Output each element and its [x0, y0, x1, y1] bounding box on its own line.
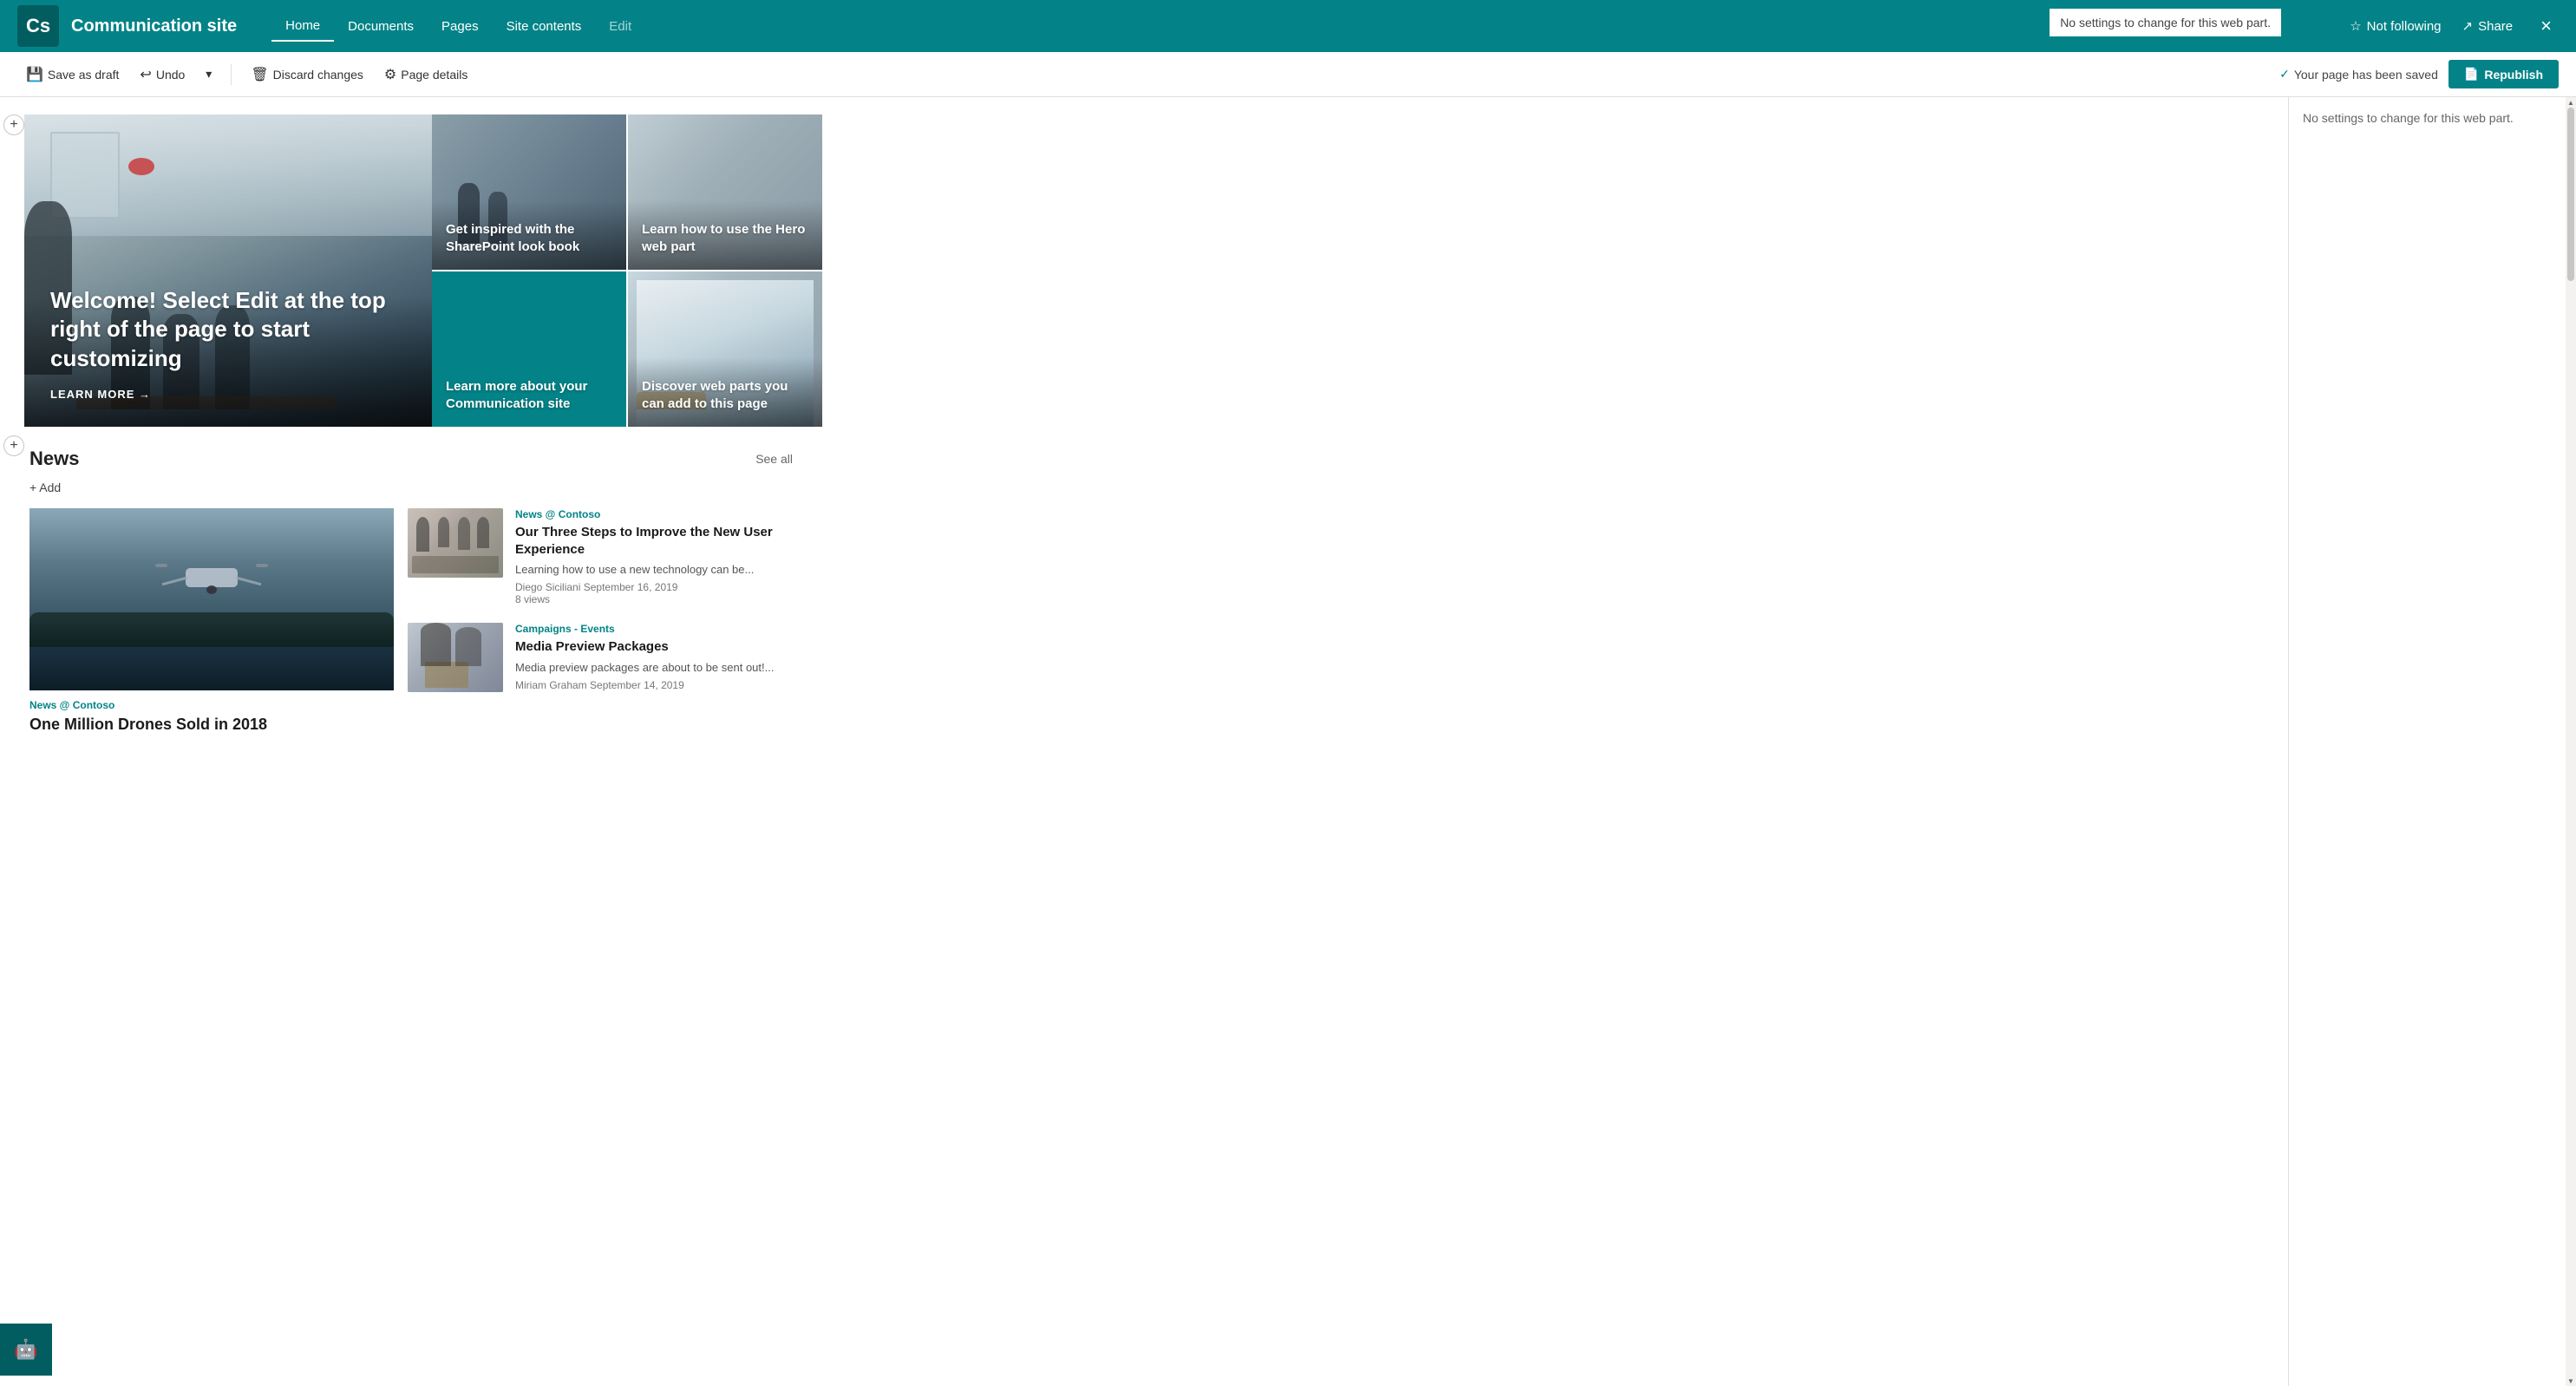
- main-nav: Home Documents Pages Site contents Edit: [271, 11, 645, 42]
- edit-toolbar: 💾 Save as draft ↩ Undo ▾ 🗑 Discard chang…: [0, 52, 2576, 97]
- hero-tile-1[interactable]: Get inspired with the SharePoint look bo…: [432, 114, 626, 270]
- news-add-button[interactable]: + Add: [29, 481, 793, 494]
- star-icon: ☆: [2350, 18, 2361, 34]
- not-following-button[interactable]: ☆ Not following: [2350, 18, 2441, 34]
- news-title: News: [29, 448, 79, 470]
- hero-tile-4-label: Discover web parts you can add to this p…: [642, 378, 814, 414]
- news-item-title-2: Media Preview Packages: [515, 638, 793, 656]
- check-icon: ✓: [2279, 67, 2290, 82]
- saved-status: ✓ Your page has been saved: [2279, 67, 2438, 82]
- share-icon: ↗: [2462, 18, 2474, 34]
- news-item-category-1: News @ Contoso: [515, 508, 793, 520]
- news-item-content-2: Campaigns - Events Media Preview Package…: [515, 623, 793, 691]
- news-item-content-1: News @ Contoso Our Three Steps to Improv…: [515, 508, 793, 605]
- hero-tile-3[interactable]: Learn more about your Communication site: [432, 271, 626, 427]
- see-all-link[interactable]: See all: [755, 452, 793, 466]
- news-grid: News @ Contoso One Million Drones Sold i…: [29, 508, 793, 743]
- news-featured-title: One Million Drones Sold in 2018: [29, 715, 394, 735]
- discard-changes-button[interactable]: 🗑 Discard changes: [242, 61, 372, 88]
- hero-tile-3-label: Learn more about your Communication site: [446, 378, 618, 414]
- site-logo: Cs: [17, 5, 59, 47]
- news-item-category-2: Campaigns - Events: [515, 623, 793, 635]
- hero-main-tile[interactable]: Welcome! Select Edit at the top right of…: [24, 114, 432, 427]
- news-item-meta-2: Miriam Graham September 14, 2019: [515, 679, 793, 691]
- undo-button[interactable]: ↩ Undo: [131, 61, 193, 88]
- add-row-top-button[interactable]: +: [3, 114, 24, 135]
- chevron-down-icon: ▾: [206, 67, 212, 82]
- main-wrapper: +: [0, 97, 2576, 1386]
- news-item-image-2: [408, 623, 503, 692]
- nav-edit[interactable]: Edit: [595, 12, 645, 41]
- help-bot-button[interactable]: 🤖: [0, 1324, 52, 1376]
- news-section: News See all + Add: [12, 427, 810, 761]
- news-item-desc-2: Media preview packages are about to be s…: [515, 660, 793, 676]
- news-featured-image: [29, 508, 394, 690]
- site-title: Communication site: [71, 16, 237, 36]
- republish-button[interactable]: 📄 Republish: [2449, 60, 2559, 88]
- news-item[interactable]: Campaigns - Events Media Preview Package…: [408, 623, 793, 692]
- page-details-button[interactable]: ⚙ Page details: [376, 61, 476, 88]
- nav-site-contents[interactable]: Site contents: [493, 12, 596, 41]
- news-item-title-1: Our Three Steps to Improve the New User …: [515, 524, 793, 558]
- news-item[interactable]: News @ Contoso Our Three Steps to Improv…: [408, 508, 793, 605]
- news-header: News See all: [29, 448, 793, 470]
- hero-learn-more-button[interactable]: LEARN MORE →: [50, 388, 415, 401]
- hero-right-grid: Get inspired with the SharePoint look bo…: [432, 114, 822, 427]
- right-panel-text: No settings to change for this web part.: [2303, 111, 2552, 125]
- bot-icon: 🤖: [14, 1338, 37, 1361]
- scroll-down-button[interactable]: ▼: [2566, 1376, 2576, 1386]
- add-row-mid-button[interactable]: +: [3, 435, 24, 456]
- hero-grid: Welcome! Select Edit at the top right of…: [24, 114, 822, 427]
- toolbar-separator-1: [231, 64, 232, 85]
- hero-main-content: Welcome! Select Edit at the top right of…: [50, 286, 415, 401]
- hero-section: Welcome! Select Edit at the top right of…: [0, 97, 2288, 427]
- hero-tile-4[interactable]: Discover web parts you can add to this p…: [628, 271, 822, 427]
- news-item-desc-1: Learning how to use a new technology can…: [515, 562, 793, 578]
- news-featured-category: News @ Contoso: [29, 699, 394, 711]
- news-item-image-1: [408, 508, 503, 578]
- hero-tile-2[interactable]: Learn how to use the Hero web part: [628, 114, 822, 270]
- undo-icon: ↩: [140, 66, 151, 83]
- news-list: News @ Contoso Our Three Steps to Improv…: [408, 508, 793, 743]
- save-draft-button[interactable]: 💾 Save as draft: [17, 61, 127, 88]
- close-button[interactable]: ×: [2534, 11, 2559, 41]
- publish-icon: 📄: [2464, 67, 2479, 82]
- hero-tile-1-label: Get inspired with the SharePoint look bo…: [446, 221, 618, 257]
- news-featured-article[interactable]: News @ Contoso One Million Drones Sold i…: [29, 508, 394, 743]
- top-bar-right: ☆ Not following ↗ Share ×: [2350, 11, 2559, 41]
- news-item-meta-1: Diego Siciliani September 16, 2019 8 vie…: [515, 581, 793, 605]
- hero-main-title: Welcome! Select Edit at the top right of…: [50, 286, 415, 374]
- undo-dropdown-button[interactable]: ▾: [197, 62, 220, 87]
- discard-icon: 🗑: [251, 66, 268, 83]
- news-featured-caption: News @ Contoso One Million Drones Sold i…: [29, 690, 394, 743]
- nav-home[interactable]: Home: [271, 11, 334, 42]
- toolbar-right: ✓ Your page has been saved 📄 Republish: [2279, 60, 2559, 88]
- scrollbar-thumb[interactable]: [2567, 108, 2574, 281]
- nav-documents[interactable]: Documents: [334, 12, 428, 41]
- content-area: +: [0, 97, 2288, 1386]
- right-panel-info: No settings to change for this web part.: [2050, 9, 2281, 36]
- share-button[interactable]: ↗ Share: [2462, 18, 2514, 34]
- right-panel: No settings to change for this web part.: [2288, 97, 2566, 1386]
- scrollbar[interactable]: ▲ ▼: [2566, 97, 2576, 1386]
- nav-pages[interactable]: Pages: [428, 12, 493, 41]
- info-icon: ⚙: [384, 66, 396, 83]
- save-icon: 💾: [26, 66, 43, 83]
- hero-tile-2-label: Learn how to use the Hero web part: [642, 221, 814, 257]
- scroll-up-button[interactable]: ▲: [2566, 97, 2576, 108]
